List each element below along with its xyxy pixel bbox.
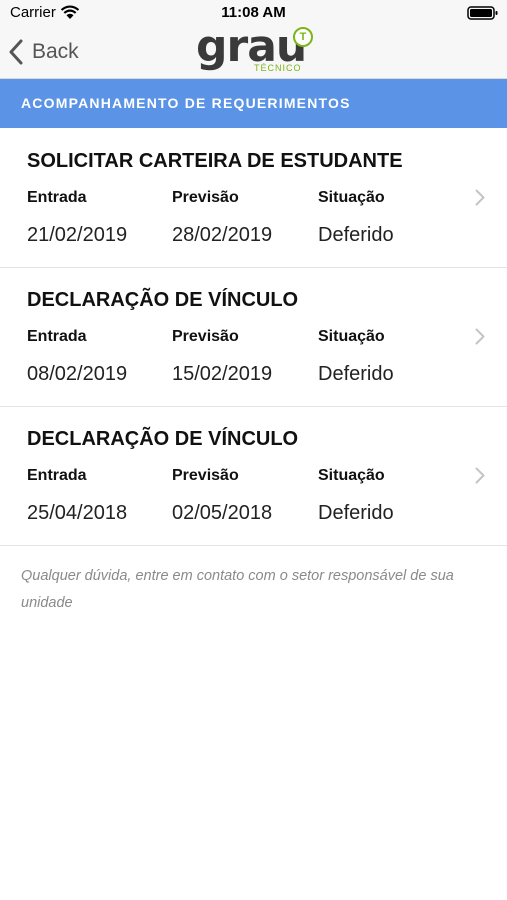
logo-badge: T [293,27,313,47]
request-title: SOLICITAR CARTEIRA DE ESTUDANTE [27,150,403,172]
entrada-label: Entrada [27,328,87,345]
situacao-label: Situação [318,189,385,206]
entrada-label: Entrada [27,467,87,484]
previsao-label: Previsão [172,467,239,484]
entrada-value: 25/04/2018 [27,502,128,524]
previsao-label: Previsão [172,328,239,345]
request-list: SOLICITAR CARTEIRA DE ESTUDANTE Entrada … [0,129,507,546]
screen: Carrier 11:08 AM Back grau T TÉCNICO ACO… [0,0,507,900]
previsao-value: 02/05/2018 [172,502,273,524]
back-label: Back [32,40,79,63]
previsao-value: 28/02/2019 [172,224,273,246]
situacao-value: Deferido [318,224,394,246]
request-title: DECLARAÇÃO DE VÍNCULO [27,289,299,311]
chevron-right-icon [475,467,485,484]
logo-subtext: TÉCNICO [254,63,302,73]
chevron-right-icon [475,328,485,345]
request-item[interactable]: SOLICITAR CARTEIRA DE ESTUDANTE Entrada … [0,129,507,268]
request-item[interactable]: DECLARAÇÃO DE VÍNCULO Entrada Previsão S… [0,268,507,407]
grau-tecnico-logo: grau T TÉCNICO [196,22,316,76]
situacao-label: Situação [318,467,385,484]
chevron-right-icon [475,189,485,206]
previsao-label: Previsão [172,189,239,206]
situacao-label: Situação [318,328,385,345]
section-header: ACOMPANHAMENTO DE REQUERIMENTOS [0,79,507,128]
back-button[interactable]: Back [8,34,79,70]
entrada-value: 08/02/2019 [27,363,128,385]
previsao-value: 15/02/2019 [172,363,273,385]
situacao-value: Deferido [318,363,394,385]
entrada-value: 21/02/2019 [27,224,128,246]
section-title: ACOMPANHAMENTO DE REQUERIMENTOS [21,95,351,111]
request-item[interactable]: DECLARAÇÃO DE VÍNCULO Entrada Previsão S… [0,407,507,546]
navigation-bar: Back grau T TÉCNICO [0,22,507,79]
entrada-label: Entrada [27,189,87,206]
battery-icon [467,6,498,20]
footer-note: Qualquer dúvida, entre em contato com o … [21,568,454,611]
clock: 11:08 AM [221,4,286,21]
back-chevron-icon [9,39,23,65]
request-title: DECLARAÇÃO DE VÍNCULO [27,428,299,450]
situacao-value: Deferido [318,502,394,524]
